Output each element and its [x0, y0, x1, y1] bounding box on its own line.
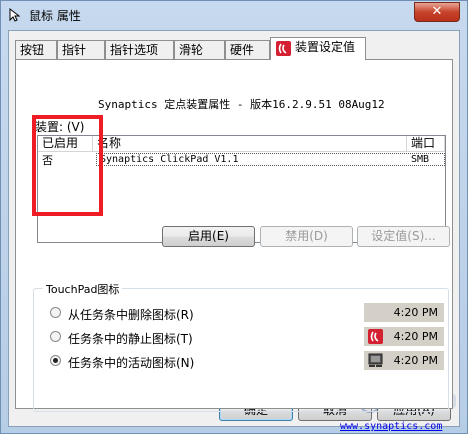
row-port-cell: SMB	[411, 154, 430, 165]
preview-static-icon-time: 4:20 PM	[393, 330, 438, 343]
preview-animated-icon-time: 4:20 PM	[393, 354, 438, 367]
preview-animated-icon: 4:20 PM	[364, 351, 444, 370]
device-properties-header: Synaptics 定点装置属性 - 版本16.2.9.51 08Aug12	[98, 98, 385, 111]
touchpad-icon-group-label: TouchPad图标	[43, 281, 123, 297]
mouse-icon	[9, 7, 21, 22]
tab-buttons[interactable]: 按钮	[15, 40, 57, 59]
tab-pointer-options[interactable]: 指针选项	[105, 40, 174, 59]
radio-static-icon-label: 任务条中的静止图标(T)	[68, 332, 193, 346]
radio-remove-icon-label: 从任务条中删除图标(R)	[68, 308, 194, 322]
tab-hardware[interactable]: 硬件	[225, 40, 270, 59]
dialog-client: 按钮 指针 指针选项 滑轮 硬件 装置设定值 Synaptics 定点装置属性 …	[8, 30, 460, 432]
radio-remove-icon-circle[interactable]	[50, 307, 61, 318]
tab-pointers[interactable]: 指针	[57, 40, 105, 59]
disable-button[interactable]: 禁用(D)	[260, 226, 353, 247]
radio-animated-icon-circle[interactable]	[50, 355, 61, 366]
close-button[interactable]: ✕	[414, 2, 460, 22]
tab-device-settings[interactable]: 装置设定值	[270, 37, 366, 60]
preview-remove-icon: 4:20 PM	[364, 303, 444, 322]
radio-static-icon-circle[interactable]	[50, 331, 61, 342]
window-title: 鼠标 属性	[29, 9, 81, 23]
tab-wheel[interactable]: 滑轮	[174, 40, 225, 59]
row-name-cell: Synaptics ClickPad V1.1	[100, 154, 239, 165]
device-settings-panel: Synaptics 定点装置属性 - 版本16.2.9.51 08Aug12 装…	[15, 59, 453, 432]
mouse-properties-window: 鼠标 属性 ✕ 按钮 指针 指针选项 滑轮 硬件 装置设定值 Synaptics…	[0, 0, 468, 434]
title-bar[interactable]: 鼠标 属性 ✕	[1, 1, 467, 29]
enable-button[interactable]: 启用(E)	[162, 226, 255, 247]
tab-device-settings-label: 装置设定值	[295, 40, 356, 54]
preview-static-icon: 4:20 PM	[364, 327, 444, 346]
radio-animated-icon-label: 任务条中的活动图标(N)	[68, 356, 195, 370]
column-name[interactable]: 名称	[93, 136, 407, 152]
synaptics-logo-icon	[276, 41, 291, 56]
synaptics-static-icon	[368, 329, 383, 344]
touchpad-animated-icon	[368, 353, 383, 367]
column-port[interactable]: 端口	[407, 136, 445, 152]
settings-button[interactable]: 设定值(S)...	[357, 226, 450, 247]
preview-remove-icon-time: 4:20 PM	[393, 306, 438, 319]
highlight-annotation-box	[32, 115, 103, 216]
synaptics-link[interactable]: www.synaptics.com	[340, 421, 442, 432]
